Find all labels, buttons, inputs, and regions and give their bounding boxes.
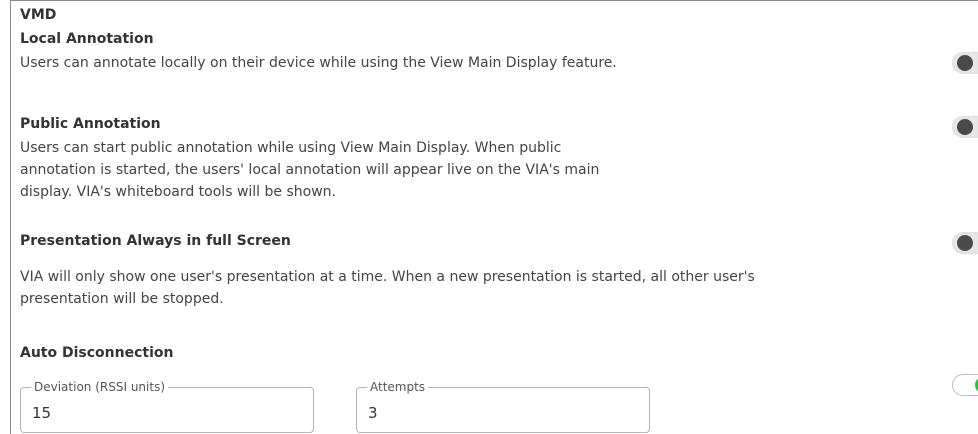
setting-title: Public Annotation	[20, 116, 161, 132]
deviation-input[interactable]	[32, 404, 266, 422]
presentation-full-screen-toggle[interactable]	[952, 232, 978, 254]
attempts-field[interactable]: Attempts	[356, 379, 650, 433]
setting-title: Local Annotation	[20, 31, 154, 47]
setting-presentation-full-screen: Presentation Always in full Screen VIA w…	[20, 231, 920, 310]
auto-disconnection-toggle[interactable]	[952, 374, 978, 396]
setting-description-line: Users can start public annotation while …	[20, 140, 562, 156]
deviation-label: Deviation (RSSI units)	[31, 379, 169, 395]
attempts-input[interactable]	[368, 404, 602, 422]
setting-local-annotation: Local Annotation Users can annotate loca…	[20, 29, 920, 74]
setting-title: Auto Disconnection	[20, 345, 174, 361]
setting-auto-disconnection: Auto Disconnection	[20, 343, 920, 363]
public-annotation-toggle[interactable]	[952, 116, 978, 138]
toggle-knob	[957, 119, 973, 135]
section-title: VMD	[20, 7, 57, 23]
setting-description-line: presentation will be stopped.	[20, 291, 224, 307]
local-annotation-toggle[interactable]	[952, 52, 978, 74]
setting-description-line: annotation is started, the users' local …	[20, 162, 600, 178]
toggle-knob	[957, 55, 973, 71]
setting-public-annotation: Public Annotation Users can start public…	[20, 114, 920, 203]
setting-description: Users can annotate locally on their devi…	[20, 55, 617, 71]
deviation-field[interactable]: Deviation (RSSI units)	[20, 379, 314, 433]
vmd-settings-panel: VMD Local Annotation Users can annotate …	[10, 0, 978, 434]
setting-description-line: display. VIA's whiteboard tools will be …	[20, 184, 336, 200]
toggle-knob	[957, 235, 973, 251]
attempts-label: Attempts	[367, 379, 429, 395]
setting-description-line: VIA will only show one user's presentati…	[20, 269, 755, 285]
setting-title: Presentation Always in full Screen	[20, 233, 291, 249]
